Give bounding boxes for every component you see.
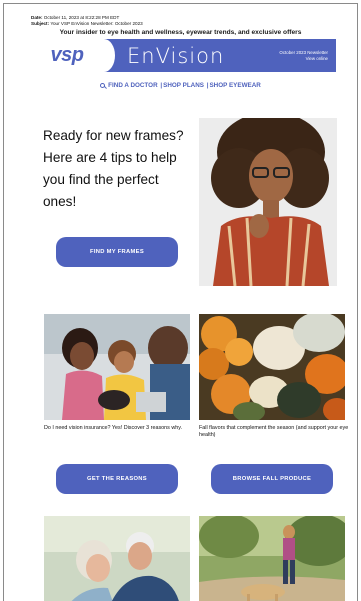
header-banner: vsp ® EnVision October 2023 Newsletter V… — [31, 39, 336, 72]
card-caption-insurance: Do I need vision insurance? Yes! Discove… — [44, 425, 183, 431]
search-icon — [100, 82, 106, 88]
card-photo-older-couple[interactable] — [44, 516, 190, 601]
card-caption-produce: Fall flavors that complement the season … — [199, 425, 349, 438]
envision-brand: EnVision — [127, 43, 225, 68]
logo-swoosh-icon — [93, 39, 115, 72]
nav-shop-plans[interactable]: SHOP PLANS — [163, 82, 204, 89]
find-my-frames-button[interactable]: FIND MY FRAMES — [56, 237, 178, 267]
email-frame: Date: October 11, 2023 at 8:22:28 PM EDT… — [3, 3, 358, 601]
newsletter-tagline: Your insider to eye health and wellness,… — [59, 29, 302, 36]
date-label: Date: — [31, 15, 43, 20]
vsp-logo[interactable]: vsp ® — [31, 39, 115, 72]
nav-find-doctor[interactable]: FIND A DOCTOR — [108, 82, 157, 89]
date-value: October 11, 2023 at 8:22:28 PM EDT — [43, 15, 120, 20]
card-photo-guide-dog-walk[interactable] — [199, 516, 345, 601]
hero-photo-woman-glasses[interactable] — [199, 118, 337, 286]
nav-shop-eyewear[interactable]: SHOP EYEWEAR — [209, 82, 260, 89]
email-meta: Date: October 11, 2023 at 8:22:28 PM EDT… — [31, 15, 143, 27]
hero-headline: Ready for new frames? Here are 4 tips to… — [43, 128, 184, 209]
subject-label: Subject: — [31, 21, 50, 26]
top-nav: FIND A DOCTOR |SHOP PLANS |SHOP EYEWEAR — [4, 82, 357, 89]
get-the-reasons-button[interactable]: GET THE REASONS — [56, 464, 178, 494]
issue-info: October 2023 Newsletter View online — [279, 50, 328, 62]
browse-fall-produce-button[interactable]: BROWSE FALL PRODUCE — [211, 464, 333, 494]
subject-value: Your VSP EnVision Newsletter: October 20… — [50, 21, 143, 26]
card-photo-family-laptop[interactable] — [44, 314, 190, 420]
vsp-logo-text: vsp — [50, 44, 84, 66]
card-photo-fall-produce[interactable] — [199, 314, 345, 420]
view-online-link[interactable]: View online — [279, 56, 328, 62]
